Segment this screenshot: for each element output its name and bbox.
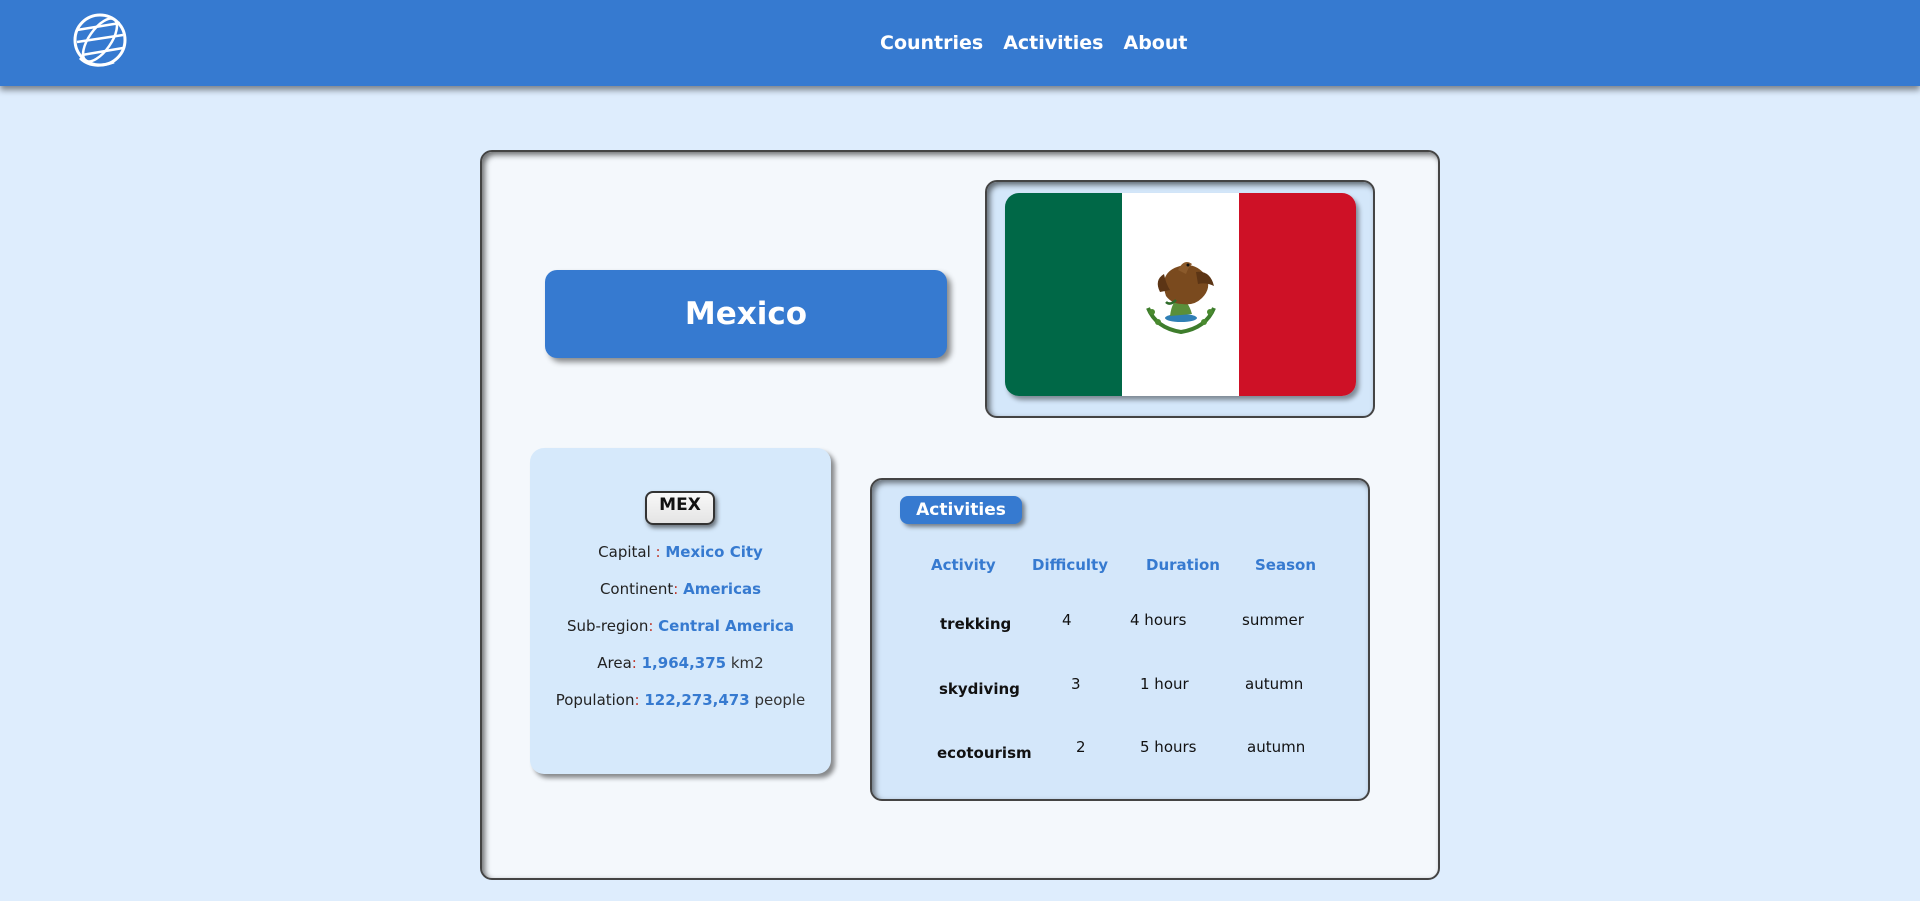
info-area: Area: 1,964,375 km2	[530, 654, 831, 672]
country-name: Mexico	[684, 296, 808, 332]
activities-title: Activities	[900, 496, 1022, 524]
info-subregion: Sub-region: Central America	[530, 617, 831, 635]
country-code-badge: MEX	[645, 491, 715, 525]
activity-duration: 4 hours	[1130, 611, 1187, 629]
continent-value: Americas	[683, 580, 762, 598]
country-flag	[1005, 193, 1356, 396]
activity-season: autumn	[1247, 738, 1306, 756]
activity-duration: 5 hours	[1140, 738, 1197, 756]
activity-season: summer	[1242, 611, 1304, 629]
activity-difficulty: 2	[1076, 738, 1086, 756]
nav-links: Countries Activities About	[880, 0, 1187, 86]
nav-link-countries[interactable]: Countries	[880, 32, 983, 54]
flag-stripe-green	[1005, 193, 1122, 396]
column-header-difficulty: Difficulty	[1032, 556, 1108, 574]
activity-name: ecotourism	[937, 744, 1032, 762]
area-value: 1,964,375	[641, 654, 727, 672]
area-unit: km2	[726, 654, 764, 672]
subregion-separator: :	[648, 617, 659, 635]
subregion-label: Sub-region	[566, 617, 649, 635]
eagle-emblem-icon	[1145, 261, 1216, 334]
info-population: Population: 122,273,473 people	[530, 691, 831, 709]
column-header-duration: Duration	[1146, 556, 1220, 574]
area-label: Area	[597, 654, 632, 672]
activity-season: autumn	[1245, 675, 1304, 693]
column-header-season: Season	[1255, 556, 1317, 574]
capital-separator: :	[650, 543, 666, 561]
activity-difficulty: 3	[1071, 675, 1081, 693]
population-value: 122,273,473	[644, 691, 750, 709]
continent-label: Continent	[599, 580, 674, 598]
nav-link-about[interactable]: About	[1123, 32, 1187, 54]
activity-duration: 1 hour	[1140, 675, 1189, 693]
globe-icon[interactable]	[70, 10, 130, 70]
info-continent: Continent: Americas	[530, 580, 831, 598]
population-label: Population	[555, 691, 635, 709]
activity-name: skydiving	[939, 680, 1020, 698]
activity-name: trekking	[940, 615, 1012, 633]
country-name-banner: Mexico	[545, 270, 947, 358]
flag-stripe-red	[1239, 193, 1356, 396]
flag-stripe-white	[1122, 193, 1239, 396]
population-unit: people	[749, 691, 806, 709]
navbar: Countries Activities About	[0, 0, 1920, 86]
capital-value: Mexico City	[665, 543, 763, 561]
continent-separator: :	[673, 580, 684, 598]
subregion-value: Central America	[658, 617, 795, 635]
area-separator: :	[631, 654, 642, 672]
population-separator: :	[634, 691, 645, 709]
activity-difficulty: 4	[1062, 611, 1072, 629]
capital-label: Capital	[598, 543, 651, 561]
info-capital: Capital : Mexico City	[530, 543, 831, 561]
column-header-activity: Activity	[931, 556, 996, 574]
nav-link-activities[interactable]: Activities	[1003, 32, 1103, 54]
